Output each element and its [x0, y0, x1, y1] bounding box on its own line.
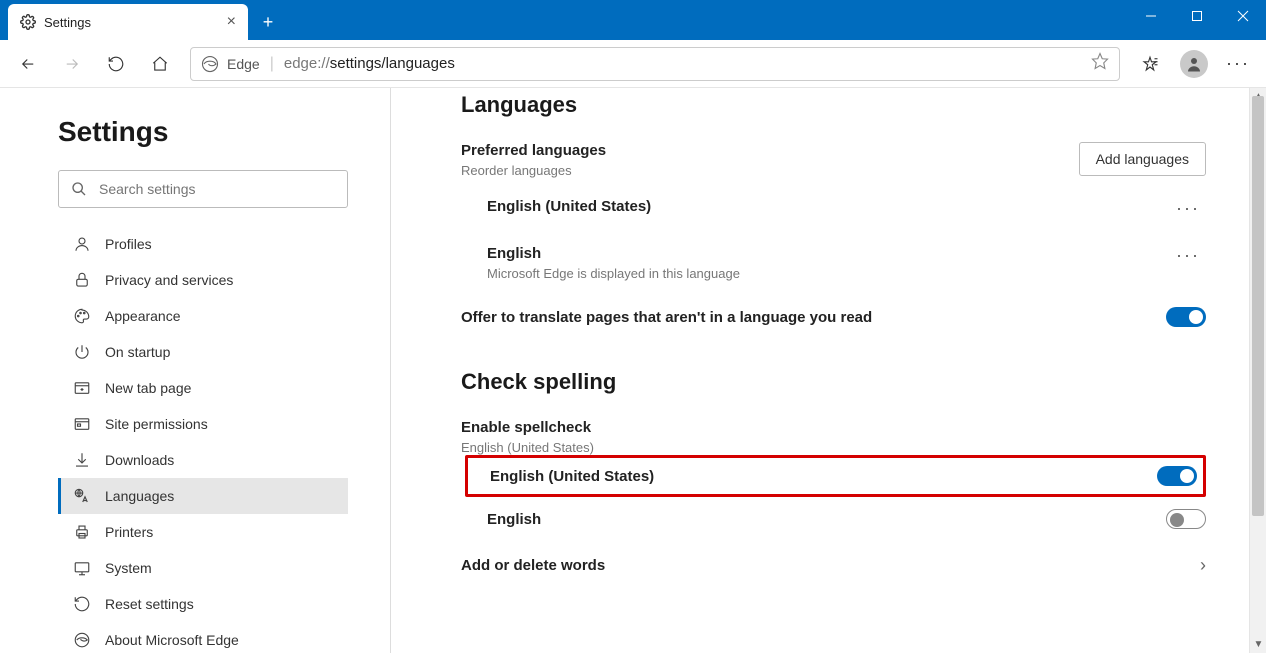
search-icon: [71, 181, 87, 197]
minimize-button[interactable]: [1128, 0, 1174, 32]
sidebar-item-newtab[interactable]: New tab page: [58, 370, 348, 406]
vertical-scrollbar[interactable]: ▲ ▼: [1249, 88, 1266, 653]
settings-title: Settings: [58, 116, 390, 148]
maximize-button[interactable]: [1174, 0, 1220, 32]
check-spelling-heading: Check spelling: [461, 369, 1206, 395]
browser-tab[interactable]: Settings ×: [8, 4, 248, 40]
address-url: edge://settings/languages: [284, 55, 455, 72]
search-input[interactable]: [99, 181, 335, 197]
address-app-label: Edge: [227, 56, 260, 72]
preferred-title: Preferred languages: [461, 142, 606, 159]
chevron-right-icon: ›: [1200, 555, 1206, 576]
language-name: English (United States): [487, 198, 651, 215]
translate-label: Offer to translate pages that aren't in …: [461, 309, 872, 326]
sidebar-item-reset[interactable]: Reset settings: [58, 586, 348, 622]
language-more-icon[interactable]: ···: [1170, 245, 1206, 266]
palette-icon: [73, 307, 91, 325]
sidebar-item-printers[interactable]: Printers: [58, 514, 348, 550]
enable-spellcheck-title: Enable spellcheck: [461, 419, 1206, 436]
language-item[interactable]: English Microsoft Edge is displayed in t…: [461, 231, 1206, 293]
languages-icon: [73, 487, 91, 505]
close-window-button[interactable]: [1220, 0, 1266, 32]
spellcheck-lang-name: English (United States): [490, 468, 654, 485]
spellcheck-toggle[interactable]: [1166, 509, 1206, 529]
window-controls: [1128, 0, 1266, 32]
spellcheck-item-highlighted: English (United States): [465, 455, 1206, 497]
back-button[interactable]: [8, 44, 48, 84]
menu-button[interactable]: ···: [1218, 44, 1258, 84]
preferred-hint: Reorder languages: [461, 163, 606, 178]
sidebar-item-profiles[interactable]: Profiles: [58, 226, 348, 262]
language-item[interactable]: English (United States) ···: [461, 184, 1206, 231]
power-icon: [73, 343, 91, 361]
translate-toggle[interactable]: [1166, 307, 1206, 327]
sidebar-item-startup[interactable]: On startup: [58, 334, 348, 370]
edge-brand-icon: [73, 631, 91, 649]
sidebar-item-downloads[interactable]: Downloads: [58, 442, 348, 478]
sidebar-item-privacy[interactable]: Privacy and services: [58, 262, 348, 298]
settings-nav: Profiles Privacy and services Appearance…: [58, 226, 390, 658]
spellcheck-toggle[interactable]: [1157, 466, 1197, 486]
sidebar-item-appearance[interactable]: Appearance: [58, 298, 348, 334]
printer-icon: [73, 523, 91, 541]
home-button[interactable]: [140, 44, 180, 84]
add-delete-words-row[interactable]: Add or delete words ›: [461, 541, 1206, 590]
gear-icon: [20, 14, 36, 30]
system-icon: [73, 559, 91, 577]
sidebar-item-site-permissions[interactable]: Site permissions: [58, 406, 348, 442]
favorites-button[interactable]: [1130, 44, 1170, 84]
add-languages-button[interactable]: Add languages: [1079, 142, 1206, 176]
tab-title: Settings: [44, 15, 91, 30]
close-tab-icon[interactable]: ×: [227, 13, 236, 31]
window-titlebar: Settings × +: [0, 0, 1266, 40]
newtab-icon: [73, 379, 91, 397]
language-subtext: Microsoft Edge is displayed in this lang…: [487, 266, 740, 281]
scroll-down-arrow[interactable]: ▼: [1250, 636, 1266, 653]
address-separator: |: [270, 55, 274, 73]
language-more-icon[interactable]: ···: [1170, 198, 1206, 219]
profile-avatar[interactable]: [1180, 50, 1208, 78]
language-name: English: [487, 245, 740, 262]
download-icon: [73, 451, 91, 469]
refresh-button[interactable]: [96, 44, 136, 84]
settings-sidebar: Settings Profiles Privacy and services A…: [0, 88, 390, 653]
forward-button[interactable]: [52, 44, 92, 84]
preferred-languages-header: Preferred languages Reorder languages Ad…: [461, 142, 1206, 178]
sidebar-item-languages[interactable]: Languages: [58, 478, 348, 514]
add-delete-words-label: Add or delete words: [461, 557, 605, 574]
permissions-icon: [73, 415, 91, 433]
enable-spellcheck-hint: English (United States): [461, 440, 1206, 455]
spellcheck-lang-name: English: [487, 511, 541, 528]
search-settings-box[interactable]: [58, 170, 348, 208]
reset-icon: [73, 595, 91, 613]
person-icon: [73, 235, 91, 253]
edge-icon: [201, 55, 219, 73]
sidebar-item-system[interactable]: System: [58, 550, 348, 586]
lock-icon: [73, 271, 91, 289]
main-area: Settings Profiles Privacy and services A…: [0, 88, 1266, 653]
new-tab-button[interactable]: +: [252, 6, 284, 38]
address-bar[interactable]: Edge | edge://settings/languages: [190, 47, 1120, 81]
favorite-star-icon[interactable]: [1091, 52, 1109, 75]
settings-content: Languages Preferred languages Reorder la…: [391, 88, 1266, 653]
translate-setting-row: Offer to translate pages that aren't in …: [461, 293, 1206, 341]
scrollbar-thumb[interactable]: [1252, 96, 1264, 516]
spellcheck-item: English: [461, 497, 1206, 541]
browser-toolbar: Edge | edge://settings/languages ···: [0, 40, 1266, 88]
languages-heading: Languages: [461, 92, 1206, 118]
